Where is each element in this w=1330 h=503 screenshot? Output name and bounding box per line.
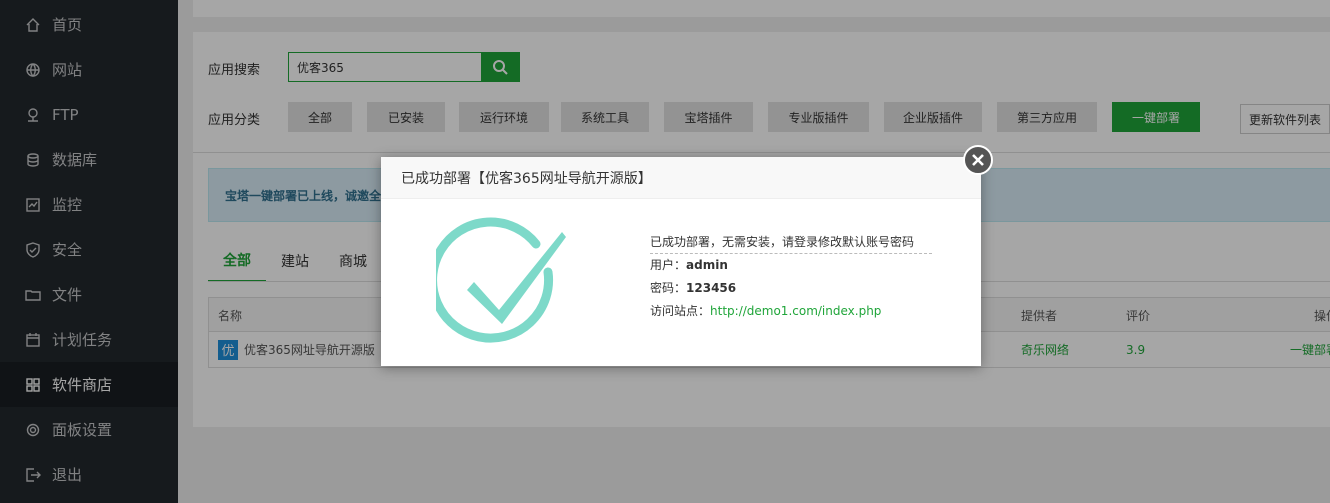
dialog-title: 已成功部署【优客365网址导航开源版】: [381, 157, 981, 199]
password-line: 密码：123456: [650, 277, 932, 300]
user-value: admin: [686, 258, 728, 272]
dialog-info: 已成功部署，无需安装，请登录修改默认账号密码 用户：admin 密码：12345…: [650, 230, 932, 323]
deploy-success-dialog: 已成功部署【优客365网址导航开源版】 已成功部署，无需安装，请登录修改默认账号…: [381, 145, 993, 366]
close-icon: [972, 154, 984, 166]
site-link[interactable]: http://demo1.com/index.php: [710, 304, 881, 318]
dialog-message: 已成功部署，无需安装，请登录修改默认账号密码: [650, 230, 932, 254]
password-label: 密码：: [650, 281, 687, 295]
site-label: 访问站点：: [650, 304, 711, 318]
close-button[interactable]: [963, 145, 993, 175]
success-check-icon: [436, 217, 566, 343]
user-label: 用户：: [650, 258, 687, 272]
password-value: 123456: [686, 281, 737, 295]
site-line: 访问站点：http://demo1.com/index.php: [650, 300, 932, 323]
user-line: 用户：admin: [650, 254, 932, 277]
